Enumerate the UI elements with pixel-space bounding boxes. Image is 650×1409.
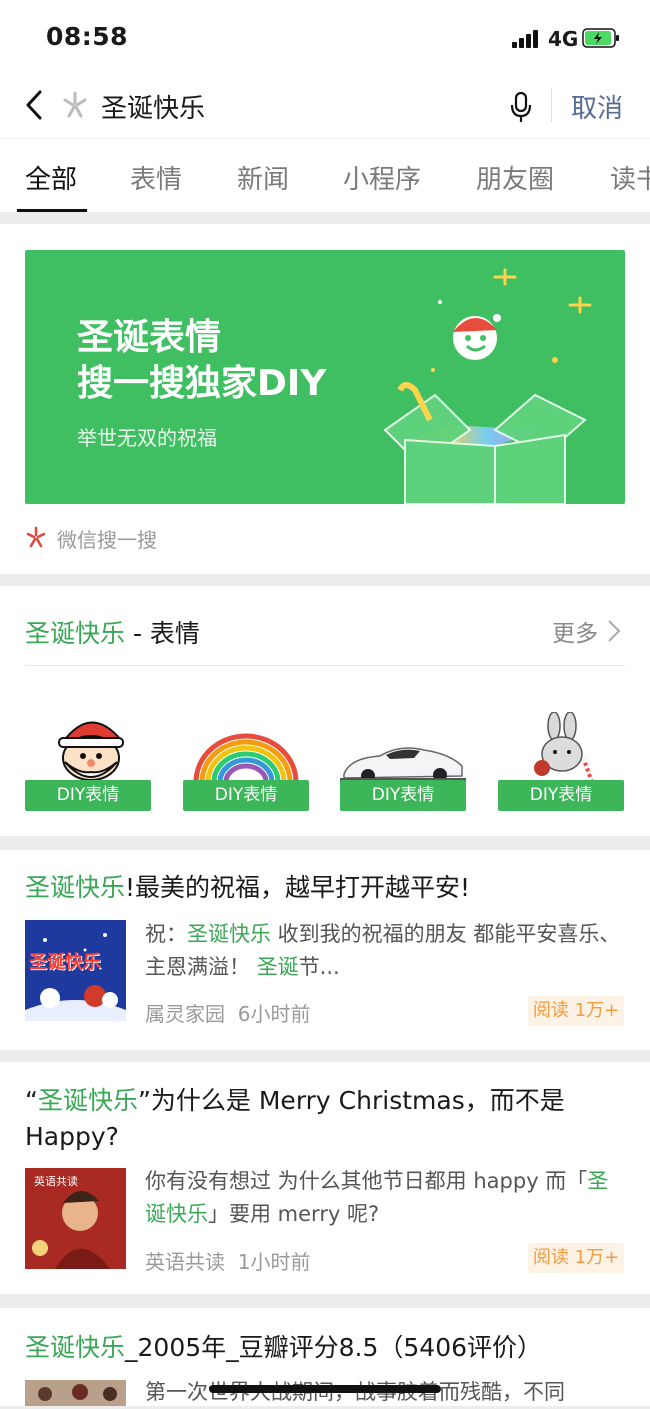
- rainbow-sticker-icon: [193, 733, 299, 783]
- diy-sticker-button[interactable]: DIY表情: [25, 780, 151, 811]
- banner-title: 圣诞表情: [77, 317, 222, 358]
- section-title: 圣诞快乐 - 表情: [25, 614, 200, 650]
- bunny-sticker-icon: [534, 712, 594, 783]
- more-link[interactable]: 更多: [552, 614, 598, 648]
- chevron-right-icon[interactable]: [606, 618, 622, 644]
- thumbnail-caption: 英语共读: [31, 1172, 81, 1190]
- thumbnail-caption: 圣诞快乐: [29, 952, 101, 973]
- status-time: 08:58: [46, 22, 129, 51]
- tab-all[interactable]: 全部: [25, 159, 77, 196]
- article-meta: 英语共读 1小时前: [145, 1246, 310, 1275]
- article-title[interactable]: 圣诞快乐!最美的祝福，越早打开越平安!: [25, 870, 625, 906]
- sticker-item[interactable]: DIY表情: [25, 712, 151, 812]
- sticker-item[interactable]: DIY表情: [183, 712, 309, 812]
- network-label: 4G: [548, 27, 579, 51]
- article-source: 英语共读: [145, 1250, 225, 1274]
- active-tab-indicator: [17, 209, 87, 212]
- signal-icon: [512, 30, 542, 48]
- divider: [551, 88, 552, 122]
- title-keyword: 圣诞快乐: [25, 1333, 126, 1362]
- search-bar: 圣诞快乐 取消: [0, 78, 650, 138]
- tab-mini-programs[interactable]: 小程序: [343, 159, 421, 196]
- santa-sticker-icon: [58, 721, 124, 781]
- read-count-badge: 阅读 1万+: [528, 1243, 624, 1273]
- gift-box-illustration: [383, 268, 592, 504]
- movie-thumbnail-image: [25, 1380, 126, 1406]
- tab-reading[interactable]: 读书: [610, 159, 650, 196]
- banner-subtitle: 举世无双的祝福: [77, 426, 217, 450]
- home-indicator[interactable]: [209, 1385, 441, 1393]
- tab-moments[interactable]: 朋友圈: [476, 159, 554, 196]
- tab-stickers[interactable]: 表情: [130, 159, 182, 196]
- article-time: 6小时前: [237, 1002, 311, 1026]
- diy-sticker-button[interactable]: DIY表情: [498, 780, 624, 811]
- battery-icon: [582, 28, 619, 48]
- title-quote: “: [25, 1086, 38, 1115]
- article-thumbnail: 圣诞快乐: [25, 920, 126, 1021]
- article-time: 1小时前: [237, 1250, 311, 1274]
- search-logo-icon: [63, 91, 87, 118]
- article-snippet: 祝：圣诞快乐 收到我的祝福的朋友 都能平安喜乐、 主恩满溢！ 圣诞节...: [145, 922, 621, 979]
- search-input[interactable]: 圣诞快乐: [101, 88, 205, 125]
- sports-car-sticker-icon: [340, 747, 466, 784]
- title-text: _2005年_豆瓣评分8.5（5406评价）: [125, 1333, 543, 1362]
- title-keyword: 圣诞快乐: [25, 873, 126, 902]
- diy-sticker-button[interactable]: DIY表情: [340, 780, 466, 811]
- sticker-item[interactable]: DIY表情: [498, 712, 624, 812]
- category-tabs: 全部 表情 新闻 小程序 朋友圈 读书: [0, 138, 650, 212]
- divider: [25, 665, 625, 666]
- promo-banner[interactable]: 圣诞表情 搜一搜独家DIY 举世无双的祝福: [25, 250, 625, 504]
- sticker-item[interactable]: DIY表情: [340, 712, 466, 812]
- diy-sticker-button[interactable]: DIY表情: [183, 780, 309, 811]
- microphone-icon[interactable]: [508, 90, 534, 124]
- article-title[interactable]: 圣诞快乐_2005年_豆瓣评分8.5（5406评价）: [25, 1330, 625, 1366]
- article-title[interactable]: “圣诞快乐”为什么是 Merry Christmas，而不是 Happy?: [25, 1083, 625, 1155]
- article-thumbnail: 英语共读: [25, 1168, 126, 1269]
- wechat-search-logo-icon: [26, 526, 46, 548]
- back-arrow-icon[interactable]: [22, 88, 48, 122]
- banner-title-2: 搜一搜独家DIY: [77, 363, 327, 404]
- section-title-suffix: - 表情: [125, 619, 200, 648]
- read-count-badge: 阅读 1万+: [528, 996, 624, 1026]
- cancel-button[interactable]: 取消: [571, 88, 623, 125]
- article-snippet: 你有没有想过 为什么其他节日都用 happy 而「圣诞快乐」要用 merry 呢…: [145, 1169, 609, 1226]
- title-text: !最美的祝福，越早打开越平安!: [125, 873, 471, 902]
- brand-label: 微信搜一搜: [57, 528, 157, 552]
- article-source: 属灵家园: [145, 1002, 225, 1026]
- title-keyword: 圣诞快乐: [37, 1086, 138, 1115]
- status-bar: 08:58 4G: [0, 0, 650, 78]
- section-title-keyword: 圣诞快乐: [25, 619, 126, 648]
- tab-news[interactable]: 新闻: [237, 159, 289, 196]
- article-thumbnail: [25, 1380, 126, 1406]
- article-meta: 属灵家园 6小时前: [145, 998, 310, 1027]
